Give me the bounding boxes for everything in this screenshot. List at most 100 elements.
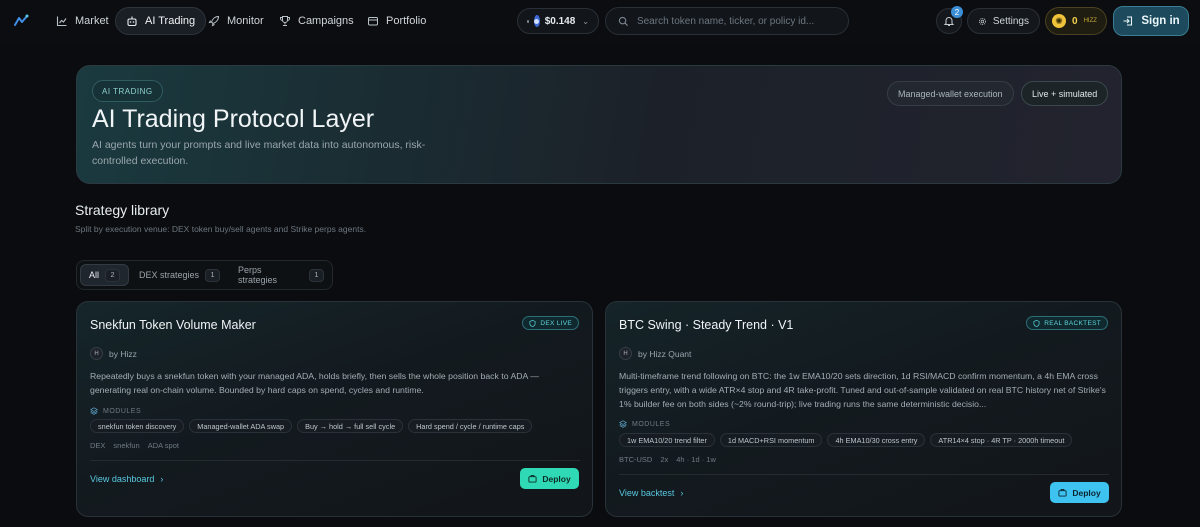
points-balance-button[interactable]: ✺ 0 HIZZ: [1045, 7, 1107, 35]
tab-perps-strategies[interactable]: Perps strategies 1: [230, 264, 332, 286]
view-backtest-link[interactable]: View backtest ›: [619, 488, 683, 498]
nav-label: Portfolio: [386, 15, 427, 27]
modules-label: MODULES: [619, 420, 670, 428]
section-subtitle: Split by execution venue: DEX token buy/…: [75, 224, 367, 234]
venue-badge-label: DEX LIVE: [540, 319, 572, 327]
tab-label: DEX strategies: [139, 270, 200, 280]
token-price-selector[interactable]: $0.148 ⌄: [517, 8, 599, 34]
tab-count: 1: [205, 268, 221, 282]
hero-banner: AI TRADING AI Trading Protocol Layer AI …: [76, 65, 1122, 184]
strategy-card: BTC Swing · Steady Trend · V1 REAL BACKT…: [605, 301, 1122, 517]
nav-item-monitor[interactable]: Monitor: [198, 7, 274, 35]
tag: 2x: [660, 455, 669, 464]
notification-count-badge: 2: [951, 6, 963, 18]
modules-label: MODULES: [90, 407, 141, 415]
module-chip: 1d MACD+RSI momentum: [719, 433, 823, 447]
strategy-description: Repeatedly buys a snekfun token with you…: [90, 371, 539, 395]
login-icon: [1123, 16, 1133, 26]
chevron-right-icon: ›: [680, 488, 684, 498]
execution-mode-pill: Managed-wallet execution: [887, 81, 1014, 106]
tag: ADA spot: [147, 441, 179, 450]
token-price: $0.148: [544, 15, 576, 27]
module-chip: Hard spend / cycle / runtime caps: [408, 419, 533, 433]
shield-icon: [529, 319, 536, 327]
chevron-right-icon: ›: [160, 474, 164, 484]
venue-badge: REAL BACKTEST: [1026, 316, 1108, 330]
module-chips: snekfun token discovery Managed-wallet A…: [90, 419, 533, 433]
module-chip: ATR14×4 stop · 4R TP · 2000h timeout: [930, 433, 1073, 447]
strategy-tags: DEX snekfun ADA spot: [90, 441, 179, 450]
nav-item-market[interactable]: Market: [46, 7, 119, 35]
search-box[interactable]: [605, 7, 849, 35]
module-chip: snekfun token discovery: [90, 419, 185, 433]
strategy-title: BTC Swing · Steady Trend · V1: [619, 318, 794, 332]
deploy-label: Deploy: [542, 473, 571, 484]
briefcase-icon: [528, 474, 537, 483]
tab-label: All: [89, 270, 100, 280]
wallet-icon: [368, 17, 378, 26]
nav-label: Campaigns: [298, 15, 354, 27]
page-title: AI Trading Protocol Layer: [92, 105, 375, 133]
author-name: by Hizz Quant: [638, 348, 692, 359]
tab-count: 2: [105, 268, 121, 282]
modules-label-text: MODULES: [103, 407, 142, 415]
nav-item-ai-trading[interactable]: AI Trading: [115, 7, 207, 35]
search-icon: [618, 16, 628, 26]
avatar: H: [90, 347, 103, 360]
avatar: H: [619, 347, 632, 360]
settings-label: Settings: [992, 15, 1029, 27]
strategy-filter-tabs: All 2 DEX strategies 1 Perps strategies …: [76, 260, 333, 290]
author: H by Hizz: [90, 347, 137, 360]
section-title: Strategy library: [75, 202, 170, 218]
top-nav: Market AI Trading Monitor Campaigns Port…: [0, 0, 1200, 42]
trophy-icon: [280, 16, 290, 26]
divider: [619, 474, 1109, 475]
sign-in-label: Sign in: [1141, 15, 1180, 27]
module-chip: Managed-wallet ADA swap: [189, 419, 293, 433]
nav-label: Monitor: [227, 15, 264, 27]
tag: snekfun: [113, 441, 140, 450]
layers-icon: [90, 407, 98, 415]
tab-dex-strategies[interactable]: DEX strategies 1: [131, 264, 228, 286]
points-value: 0: [1072, 15, 1078, 27]
author-name: by Hizz: [109, 348, 137, 359]
link-label: View dashboard: [90, 474, 155, 484]
deploy-button[interactable]: Deploy: [520, 468, 579, 489]
tab-label: Perps strategies: [238, 265, 278, 285]
chart-icon: [56, 16, 67, 27]
search-input[interactable]: [636, 15, 836, 27]
logo-icon[interactable]: [13, 13, 29, 29]
module-chip: 4h EMA10/30 cross entry: [827, 433, 926, 447]
nav-item-portfolio[interactable]: Portfolio: [357, 7, 436, 35]
strategy-card: Snekfun Token Volume Maker DEX LIVE H by…: [76, 301, 593, 517]
venue-badge: DEX LIVE: [522, 316, 579, 330]
module-chip: Buy → hold → full sell cycle: [297, 419, 404, 433]
trading-mode-pill: Live + simulated: [1021, 81, 1109, 106]
strategy-description: Multi-timeframe trend following on BTC: …: [619, 371, 1106, 409]
module-chip: 1w EMA10/20 trend filter: [619, 433, 715, 447]
gear-icon: [978, 17, 986, 25]
robot-icon: [127, 16, 137, 27]
nav-label: Market: [75, 15, 109, 27]
module-chips: 1w EMA10/20 trend filter 1d MACD+RSI mom…: [619, 433, 1073, 447]
modules-label-text: MODULES: [632, 420, 671, 428]
nav-label: AI Trading: [145, 15, 196, 27]
hero-tag: AI TRADING: [92, 80, 163, 102]
tab-all[interactable]: All 2: [80, 264, 130, 286]
dot-icon: [527, 19, 529, 23]
deploy-button[interactable]: Deploy: [1050, 482, 1109, 503]
author: H by Hizz Quant: [619, 347, 691, 360]
view-dashboard-link[interactable]: View dashboard ›: [90, 474, 163, 484]
sign-in-button[interactable]: Sign in: [1113, 6, 1189, 36]
rocket-icon: [208, 15, 220, 27]
hero-description: AI agents turn your prompts and live mar…: [92, 139, 426, 167]
points-unit: HIZZ: [1083, 18, 1097, 24]
settings-button[interactable]: Settings: [967, 8, 1040, 34]
strategy-title: Snekfun Token Volume Maker: [90, 318, 256, 332]
notifications-button[interactable]: 2: [936, 6, 963, 34]
nav-item-campaigns[interactable]: Campaigns: [269, 7, 364, 35]
tag: DEX: [90, 441, 106, 450]
ada-coin-icon: [533, 15, 540, 27]
strategy-tags: BTC-USD 2x 4h · 1d · 1w: [619, 455, 716, 464]
tab-count: 1: [309, 268, 324, 282]
